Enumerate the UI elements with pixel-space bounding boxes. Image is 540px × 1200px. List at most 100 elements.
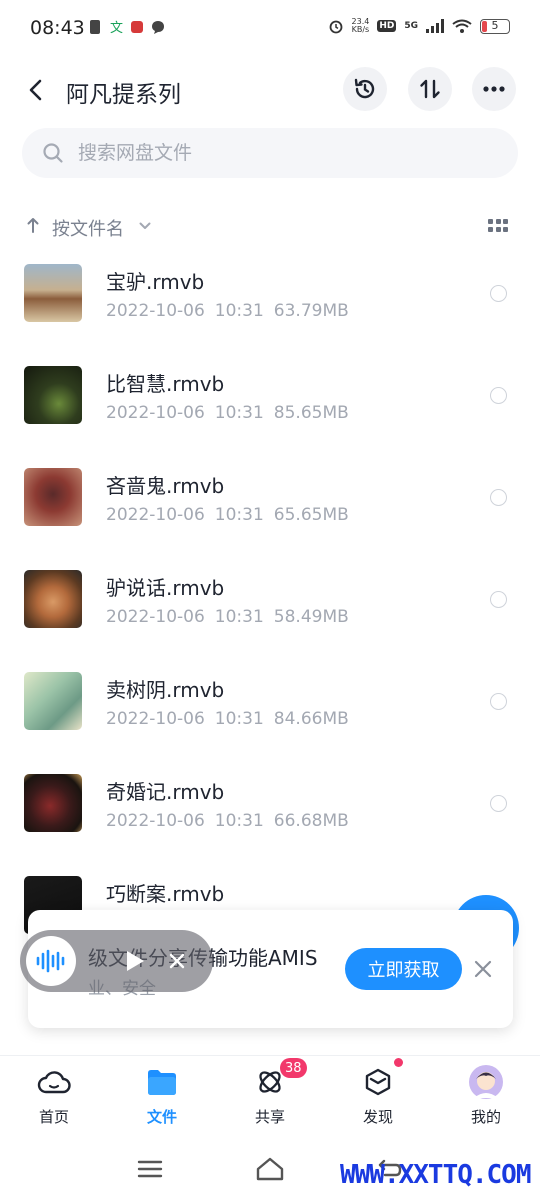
- more-icon: [483, 86, 505, 92]
- cloud-home-icon: [36, 1064, 72, 1100]
- share-badge: 38: [280, 1058, 307, 1078]
- file-date: 2022-10-06: [106, 403, 205, 423]
- nav-label: 发现: [362, 1108, 393, 1126]
- avatar-icon: [468, 1064, 504, 1100]
- net-speed-unit: KB/s: [351, 25, 370, 34]
- page-title: 阿凡提系列: [66, 82, 181, 108]
- file-meta: 2022-10-06 10:31 65.65MB: [106, 505, 349, 525]
- file-size: 63.79MB: [273, 301, 349, 321]
- list-item[interactable]: 吝啬鬼.rmvb 2022-10-06 10:31 65.65MB: [0, 452, 540, 554]
- battery-level: 5: [491, 18, 499, 32]
- search-input[interactable]: [78, 128, 498, 178]
- get-now-button[interactable]: 立即获取: [345, 948, 462, 990]
- file-date: 2022-10-06: [106, 811, 205, 831]
- file-time: 10:31: [214, 301, 264, 321]
- sort-icon: [420, 79, 440, 99]
- more-button[interactable]: [472, 67, 516, 111]
- file-size: 85.65MB: [273, 403, 349, 423]
- svg-text:文: 文: [110, 21, 123, 35]
- menu-icon: [137, 1160, 163, 1178]
- file-date: 2022-10-06: [106, 709, 205, 729]
- history-button[interactable]: [343, 67, 387, 111]
- home-button[interactable]: [255, 1154, 285, 1184]
- nav-label: 首页: [38, 1108, 69, 1126]
- file-size: 66.68MB: [273, 811, 349, 831]
- select-checkbox[interactable]: [490, 591, 507, 608]
- sim-card-icon: [90, 20, 100, 34]
- file-time: 10:31: [214, 709, 264, 729]
- alarm-icon: [329, 20, 342, 34]
- nav-label: 文件: [146, 1108, 177, 1126]
- status-time: 08:43: [30, 17, 85, 39]
- video-thumbnail: [24, 774, 82, 832]
- file-meta: 2022-10-06 10:31 58.49MB: [106, 607, 349, 627]
- app-notification-icon: [131, 21, 143, 33]
- header: 阿凡提系列: [0, 62, 540, 118]
- file-size: 65.65MB: [273, 505, 349, 525]
- file-name: 吝啬鬼.rmvb: [106, 474, 225, 498]
- file-time: 10:31: [214, 505, 264, 525]
- list-item[interactable]: 卖树阴.rmvb 2022-10-06 10:31 84.66MB: [0, 656, 540, 758]
- close-icon[interactable]: [168, 952, 186, 970]
- hd-badge: HD: [377, 20, 397, 32]
- nav-item-discover[interactable]: 发现: [324, 1056, 432, 1138]
- net-speed: 23.4 KB/s: [352, 18, 370, 34]
- search-bar[interactable]: [22, 128, 518, 178]
- video-thumbnail: [24, 672, 82, 730]
- discover-dot: [394, 1058, 403, 1067]
- notification-icons: 文: [88, 19, 165, 35]
- search-icon: [43, 143, 63, 163]
- history-icon: [354, 78, 375, 99]
- sort-row: 按文件名: [0, 205, 540, 247]
- file-date: 2022-10-06: [106, 505, 205, 525]
- list-item[interactable]: 比智慧.rmvb 2022-10-06 10:31 85.65MB: [0, 350, 540, 452]
- sort-direction-icon[interactable]: [26, 216, 40, 234]
- file-name: 驴说话.rmvb: [106, 576, 225, 600]
- back-button[interactable]: [20, 74, 52, 106]
- select-checkbox[interactable]: [490, 693, 507, 710]
- chevron-down-icon[interactable]: [138, 221, 152, 231]
- file-meta: 2022-10-06 10:31 63.79MB: [106, 301, 349, 321]
- translate-icon: 文: [110, 21, 123, 35]
- nav-item-home[interactable]: 首页: [0, 1056, 108, 1138]
- list-item[interactable]: 奇婚记.rmvb 2022-10-06 10:31 66.68MB: [0, 758, 540, 860]
- select-checkbox[interactable]: [490, 387, 507, 404]
- cube-icon: [360, 1064, 396, 1100]
- battery-icon: 5: [480, 18, 510, 34]
- play-icon[interactable]: [124, 949, 146, 973]
- file-date: 2022-10-06: [106, 301, 205, 321]
- select-checkbox[interactable]: [490, 489, 507, 506]
- list-item[interactable]: 宝驴.rmvb 2022-10-06 10:31 63.79MB: [0, 248, 540, 350]
- nav-label: 我的: [470, 1108, 501, 1126]
- select-checkbox[interactable]: [490, 285, 507, 302]
- file-meta: 2022-10-06 10:31 66.68MB: [106, 811, 349, 831]
- menu-button[interactable]: [135, 1154, 165, 1184]
- nav-label: 共享: [254, 1108, 285, 1126]
- sound-wave-icon: [36, 949, 65, 973]
- file-date: 2022-10-06: [106, 607, 205, 627]
- file-meta: 2022-10-06 10:31 85.65MB: [106, 403, 349, 423]
- back-arrow-icon: [29, 79, 42, 101]
- watermark-text: WWW.XXTTQ.COM: [340, 1160, 531, 1190]
- file-time: 10:31: [214, 403, 264, 423]
- video-thumbnail: [24, 264, 82, 322]
- audio-wave-button[interactable]: [26, 936, 76, 986]
- close-icon[interactable]: [472, 958, 494, 980]
- file-name: 比智慧.rmvb: [106, 372, 225, 396]
- file-size: 58.49MB: [273, 607, 349, 627]
- grid-view-icon[interactable]: [488, 219, 508, 233]
- list-item[interactable]: 驴说话.rmvb 2022-10-06 10:31 58.49MB: [0, 554, 540, 656]
- nav-item-share[interactable]: 共享: [216, 1056, 324, 1138]
- audio-player-pill[interactable]: [20, 930, 213, 992]
- sort-button[interactable]: [408, 67, 452, 111]
- folder-icon: [144, 1064, 180, 1100]
- select-checkbox[interactable]: [490, 795, 507, 812]
- file-time: 10:31: [214, 811, 264, 831]
- wifi-icon: [452, 19, 472, 33]
- sort-label[interactable]: 按文件名: [52, 215, 124, 241]
- file-name: 卖树阴.rmvb: [106, 678, 225, 702]
- signal-icon: [426, 19, 444, 33]
- nav-item-me[interactable]: 我的: [432, 1056, 540, 1138]
- nav-item-files[interactable]: 文件: [108, 1056, 216, 1138]
- file-name: 宝驴.rmvb: [106, 270, 205, 294]
